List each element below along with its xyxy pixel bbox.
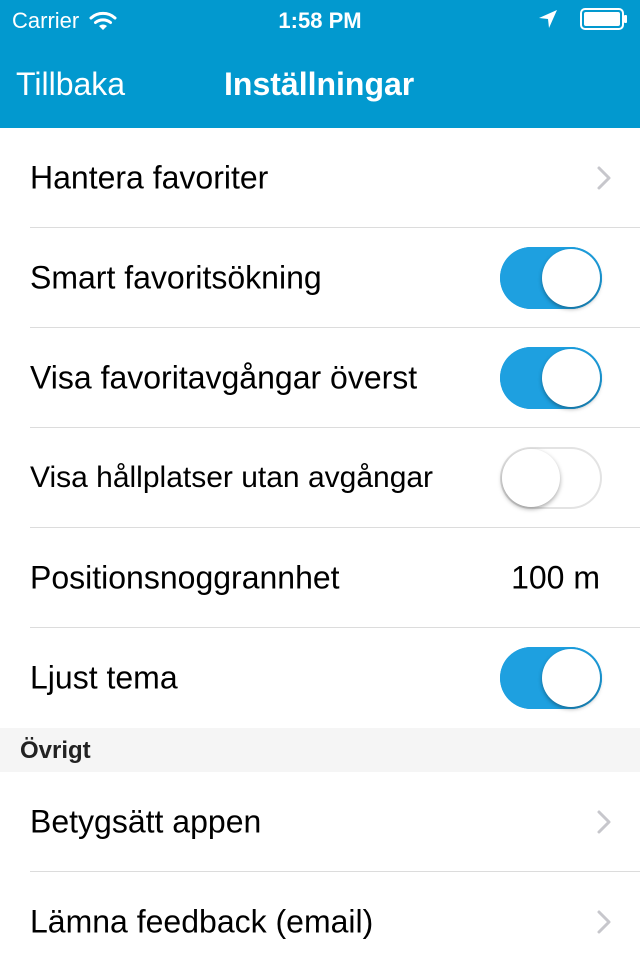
manage-favorites-row[interactable]: Hantera favoriter xyxy=(0,128,640,228)
toggle-knob xyxy=(542,249,600,307)
position-accuracy-row[interactable]: Positionsnoggrannhet 100 m xyxy=(0,528,640,628)
status-right-group xyxy=(538,8,628,30)
show-stops-row: Visa hållplatser utan avgångar xyxy=(0,428,640,528)
toggle-knob xyxy=(542,349,600,407)
toggle-knob xyxy=(542,649,600,707)
battery-icon xyxy=(580,8,627,30)
show-fav-departures-toggle[interactable] xyxy=(500,347,602,409)
smart-search-toggle[interactable] xyxy=(500,247,602,309)
manage-favorites-label: Hantera favoriter xyxy=(30,159,269,196)
other-section-header: Övrigt xyxy=(0,728,640,772)
show-stops-toggle[interactable] xyxy=(500,447,602,509)
light-theme-label: Ljust tema xyxy=(30,659,178,696)
show-stops-label: Visa hållplatser utan avgångar xyxy=(30,461,434,494)
position-accuracy-label: Positionsnoggrannhet xyxy=(30,559,340,596)
feedback-label: Lämna feedback (email) xyxy=(30,903,374,940)
smart-search-row: Smart favoritsökning xyxy=(0,228,640,328)
light-theme-toggle[interactable] xyxy=(500,647,602,709)
rate-app-row[interactable]: Betygsätt appen xyxy=(0,772,640,872)
chevron-right-icon xyxy=(597,166,611,190)
show-fav-departures-label: Visa favoritavgångar överst xyxy=(30,359,418,396)
back-button[interactable]: Tillbaka xyxy=(16,66,125,103)
navigation-bar: Carrier 1:58 PM Tillbaka Inställningar xyxy=(0,0,640,128)
toggle-knob xyxy=(502,449,560,507)
status-bar: Carrier 1:58 PM xyxy=(0,0,640,40)
chevron-right-icon xyxy=(597,810,611,834)
chevron-right-icon xyxy=(597,910,611,934)
show-fav-departures-row: Visa favoritavgångar överst xyxy=(0,328,640,428)
section-header-label: Övrigt xyxy=(20,737,91,764)
page-title: Inställningar xyxy=(224,66,415,102)
position-accuracy-value: 100 m xyxy=(511,559,600,596)
location-arrow-icon xyxy=(539,10,557,28)
smart-search-label: Smart favoritsökning xyxy=(30,259,322,296)
light-theme-row: Ljust tema xyxy=(0,628,640,728)
feedback-row[interactable]: Lämna feedback (email) xyxy=(0,872,640,960)
settings-list: Hantera favoriter Smart favoritsökning V… xyxy=(0,128,640,960)
rate-app-label: Betygsätt appen xyxy=(30,803,262,840)
